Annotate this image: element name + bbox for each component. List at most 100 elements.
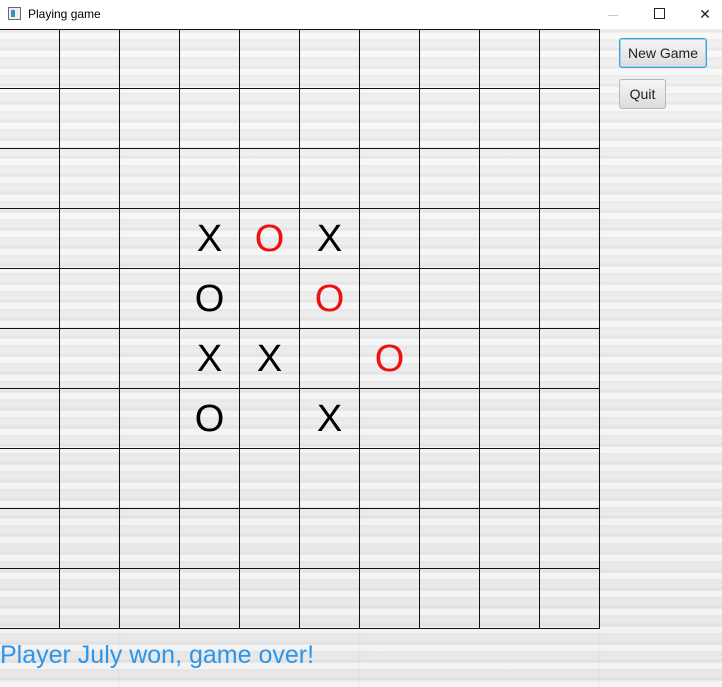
- board-cell[interactable]: [60, 29, 120, 89]
- board-cell[interactable]: [540, 209, 600, 269]
- board-cell[interactable]: [420, 269, 480, 329]
- board-cell[interactable]: [60, 149, 120, 209]
- board-cell[interactable]: [0, 569, 60, 629]
- board-cell[interactable]: [120, 569, 180, 629]
- board-cell[interactable]: O: [180, 269, 240, 329]
- board-cell[interactable]: [420, 89, 480, 149]
- maximize-button[interactable]: [636, 0, 682, 29]
- board-cell[interactable]: O: [360, 329, 420, 389]
- board-cell[interactable]: [180, 149, 240, 209]
- board-cell[interactable]: [360, 569, 420, 629]
- board-cell[interactable]: [480, 509, 540, 569]
- board-cell[interactable]: [420, 449, 480, 509]
- board-cell[interactable]: [360, 449, 420, 509]
- board-cell[interactable]: [60, 89, 120, 149]
- board-cell[interactable]: [180, 449, 240, 509]
- board-cell[interactable]: [420, 209, 480, 269]
- board-cell[interactable]: [120, 269, 180, 329]
- board-cell[interactable]: [300, 449, 360, 509]
- board-cell[interactable]: X: [240, 329, 300, 389]
- board-cell[interactable]: [480, 89, 540, 149]
- board-cell[interactable]: [360, 29, 420, 89]
- board-cell[interactable]: O: [300, 269, 360, 329]
- board-cell[interactable]: X: [180, 329, 240, 389]
- quit-button[interactable]: Quit: [619, 79, 666, 109]
- board-cell[interactable]: [240, 449, 300, 509]
- board-cell[interactable]: [360, 149, 420, 209]
- board-cell[interactable]: [0, 89, 60, 149]
- board-cell[interactable]: [480, 29, 540, 89]
- board-cell[interactable]: [180, 509, 240, 569]
- board-cell[interactable]: [60, 509, 120, 569]
- board-cell[interactable]: [240, 569, 300, 629]
- board-cell[interactable]: [480, 269, 540, 329]
- board-cell[interactable]: [180, 569, 240, 629]
- board-cell[interactable]: [0, 509, 60, 569]
- board-cell[interactable]: [240, 389, 300, 449]
- board-cell[interactable]: [60, 329, 120, 389]
- board-cell[interactable]: [480, 209, 540, 269]
- board-cell[interactable]: [60, 389, 120, 449]
- board-cell[interactable]: [120, 389, 180, 449]
- board-cell[interactable]: [300, 569, 360, 629]
- minimize-button[interactable]: [590, 0, 636, 29]
- board-cell[interactable]: [480, 329, 540, 389]
- board-cell[interactable]: [540, 269, 600, 329]
- board-cell[interactable]: [300, 509, 360, 569]
- board-cell[interactable]: [240, 89, 300, 149]
- board-cell[interactable]: [480, 389, 540, 449]
- board-cell[interactable]: [0, 269, 60, 329]
- board-cell[interactable]: [540, 449, 600, 509]
- board-cell[interactable]: [420, 569, 480, 629]
- board-cell[interactable]: [300, 149, 360, 209]
- board-cell[interactable]: [0, 449, 60, 509]
- board-cell[interactable]: [480, 569, 540, 629]
- board-cell[interactable]: [420, 509, 480, 569]
- board-cell[interactable]: [540, 389, 600, 449]
- board-cell[interactable]: [360, 89, 420, 149]
- new-game-button[interactable]: New Game: [619, 38, 707, 68]
- board-cell[interactable]: [240, 29, 300, 89]
- board-cell[interactable]: [540, 569, 600, 629]
- board-cell[interactable]: [0, 209, 60, 269]
- board-cell[interactable]: [120, 89, 180, 149]
- board-cell[interactable]: [540, 149, 600, 209]
- board-cell[interactable]: [0, 389, 60, 449]
- board-cell[interactable]: [240, 149, 300, 209]
- board-cell[interactable]: [300, 329, 360, 389]
- board-cell[interactable]: [300, 89, 360, 149]
- board-cell[interactable]: [120, 209, 180, 269]
- board-cell[interactable]: [540, 509, 600, 569]
- board-cell[interactable]: [60, 569, 120, 629]
- board-cell[interactable]: [60, 449, 120, 509]
- board-cell[interactable]: [180, 89, 240, 149]
- board-cell[interactable]: [420, 149, 480, 209]
- board-cell[interactable]: X: [180, 209, 240, 269]
- board-cell[interactable]: [240, 269, 300, 329]
- board-cell[interactable]: [60, 209, 120, 269]
- board-cell[interactable]: [240, 509, 300, 569]
- board-cell[interactable]: [120, 449, 180, 509]
- board-cell[interactable]: [540, 29, 600, 89]
- board-cell[interactable]: [0, 29, 60, 89]
- board-cell[interactable]: [480, 449, 540, 509]
- board-cell[interactable]: O: [180, 389, 240, 449]
- board-cell[interactable]: [120, 29, 180, 89]
- board-cell[interactable]: [540, 89, 600, 149]
- board-cell[interactable]: [0, 329, 60, 389]
- board-cell[interactable]: [420, 329, 480, 389]
- board-cell[interactable]: [60, 269, 120, 329]
- board-cell[interactable]: [360, 509, 420, 569]
- board-cell[interactable]: X: [300, 389, 360, 449]
- board-cell[interactable]: [180, 29, 240, 89]
- board-cell[interactable]: [360, 269, 420, 329]
- board-cell[interactable]: X: [300, 209, 360, 269]
- board-cell[interactable]: [540, 329, 600, 389]
- board-cell[interactable]: [120, 509, 180, 569]
- board-cell[interactable]: [0, 149, 60, 209]
- board-cell[interactable]: [420, 389, 480, 449]
- board-cell[interactable]: [360, 389, 420, 449]
- board-cell[interactable]: [120, 149, 180, 209]
- board-cell[interactable]: [360, 209, 420, 269]
- board-cell[interactable]: [480, 149, 540, 209]
